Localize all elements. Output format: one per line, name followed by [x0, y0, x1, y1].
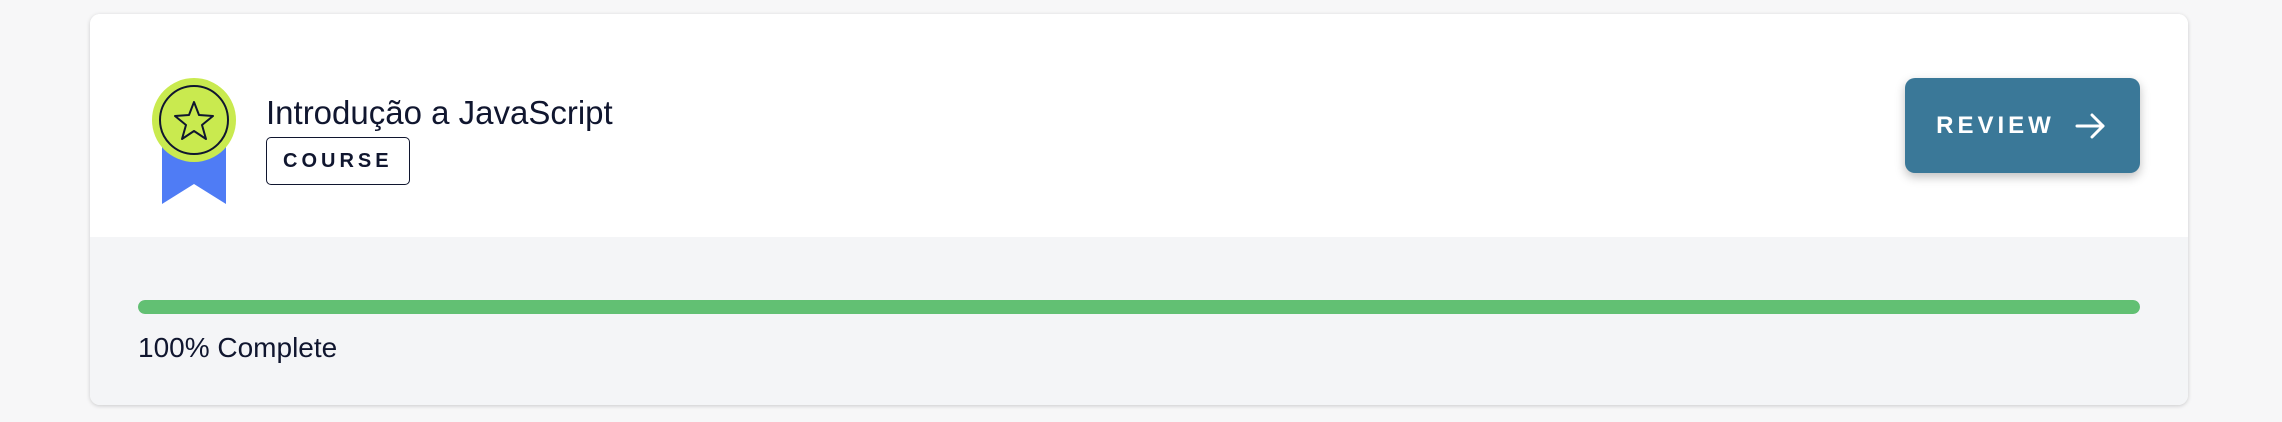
progress-bar [138, 300, 2140, 314]
review-button[interactable]: REVIEW [1905, 78, 2140, 173]
course-card-header: Introdução a JavaScript COURSE REVIEW [90, 14, 2188, 237]
progress-label: 100% Complete [138, 332, 338, 363]
progress-bar-fill [138, 300, 2140, 314]
review-button-label: REVIEW [1936, 111, 2055, 139]
course-card: Introdução a JavaScript COURSE REVIEW 10… [90, 14, 2188, 405]
award-ribbon-star-icon [152, 78, 236, 204]
arrow-right-icon [2075, 113, 2105, 138]
course-type-badge: COURSE [266, 137, 410, 185]
course-progress-section: 100% Complete [90, 237, 2188, 405]
course-title: Introdução a JavaScript [266, 94, 613, 131]
